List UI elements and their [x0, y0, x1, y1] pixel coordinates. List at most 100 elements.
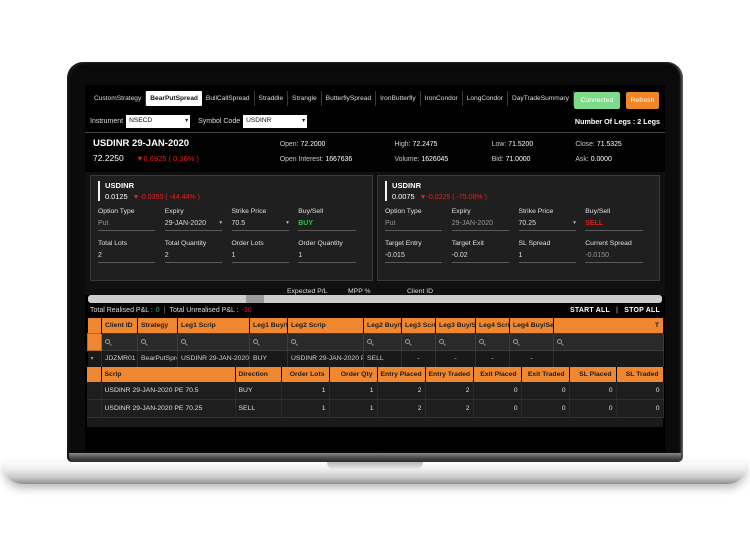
grid-header-leg4-scrip[interactable]: Leg4 Scrip — [476, 318, 510, 334]
leg1-option-type-field[interactable]: Put — [98, 219, 155, 231]
leg1-quote-header: USDINR 0.0125 ▼-0.0350 ( -44.44% ) — [98, 181, 365, 201]
info-icon[interactable]: i — [349, 286, 350, 295]
order-row[interactable]: USDINR 29-JAN-2020 PE 70.25 SELL 1 1 2 2… — [87, 399, 663, 417]
filter-strategy[interactable] — [138, 334, 178, 351]
leg2-sl-spread-field[interactable]: 1 — [519, 251, 576, 263]
search-icon[interactable] — [367, 339, 372, 344]
search-icon[interactable] — [253, 339, 258, 344]
tab-bullcallspread[interactable]: BullCallSpread — [202, 91, 255, 106]
filter-leg1-scrip[interactable] — [178, 334, 250, 351]
grid-header-strategy[interactable]: Strategy — [138, 318, 178, 334]
tab-daytradesummary[interactable]: DayTradeSummary — [508, 91, 574, 106]
subgrid-header-order-lots[interactable]: Order Lots — [281, 367, 329, 382]
horizontal-scrollbar[interactable] — [88, 295, 662, 303]
refresh-button[interactable]: Refresh — [626, 92, 659, 109]
leg1-expiry-select[interactable]: 29-JAN-2020 — [165, 219, 222, 231]
connected-button[interactable]: Connected — [574, 92, 620, 109]
subgrid-header-order-qty[interactable]: Order Qty — [329, 367, 377, 382]
symbol-code-select[interactable]: USDINR — [243, 115, 307, 128]
grid-header-leg1-buysell[interactable]: Leg1 Buy/Sell — [250, 318, 288, 334]
grid-header-leg3-scrip[interactable]: Leg3 Scrip — [402, 318, 436, 334]
search-icon[interactable] — [181, 339, 186, 344]
filter-leg2-scrip[interactable] — [288, 334, 364, 351]
search-icon[interactable] — [513, 339, 518, 344]
tab-customstrategy[interactable]: CustomStrategy — [90, 91, 146, 106]
leg2-strike-select[interactable]: 70.25 — [519, 219, 576, 231]
ask-label: Ask: — [575, 156, 588, 163]
tab-ironcondor[interactable]: IronCondor — [421, 91, 463, 106]
subgrid-header-exit-traded[interactable]: Exit Traded — [521, 367, 569, 382]
tab-ironbutterfly[interactable]: IronButterfly — [376, 91, 421, 106]
tab-straddle[interactable]: Straddle — [255, 91, 289, 106]
filter-leg2-buysell[interactable] — [364, 334, 402, 351]
leg2-target-exit-field[interactable]: -0.02 — [452, 251, 509, 263]
number-of-legs: Number Of Legs : 2 Legs — [575, 117, 660, 126]
leg1-strike-select[interactable]: 70.5 — [232, 219, 289, 231]
low-value: 71.5200 — [508, 141, 533, 148]
leg2-buysell-field[interactable]: SELL — [585, 219, 642, 231]
stop-all-button[interactable]: STOP ALL — [624, 307, 660, 314]
leg1-buysell-field[interactable]: BUY — [298, 219, 355, 231]
leg2-target-entry-field[interactable]: -0.015 — [385, 251, 442, 263]
filter-leg4-scrip[interactable] — [476, 334, 510, 351]
subgrid-header-entry-traded[interactable]: Entry Traded — [425, 367, 473, 382]
close-label: Close: — [575, 141, 595, 148]
row-expander-cell[interactable]: ▾ — [88, 351, 102, 367]
grid-header-leg2-buysell[interactable]: Leg2 Buy/Sell — [364, 318, 402, 334]
leg1-buysell-label: Buy/Sell — [298, 208, 365, 215]
row-expander-icon[interactable]: ▾ — [91, 356, 94, 362]
grid-header-truncated[interactable]: T — [554, 318, 664, 334]
filter-truncated[interactable] — [554, 334, 664, 351]
leg2-expiry-field[interactable]: 29-JAN-2020 — [452, 219, 509, 231]
grid-header-client-id[interactable]: Client ID — [102, 318, 138, 334]
grid-header-leg1-scrip[interactable]: Leg1 Scrip — [178, 318, 250, 334]
grid-header-leg2-scrip[interactable]: Leg2 Scrip — [288, 318, 364, 334]
leg1-total-lots-field[interactable]: 2 — [98, 251, 155, 263]
subcell-exit-traded: 0 — [521, 399, 569, 417]
search-icon[interactable] — [439, 339, 444, 344]
leg1-symbol: USDINR — [105, 181, 365, 190]
app-screen: CustomStrategy BearPutSpread BullCallSpr… — [85, 85, 665, 451]
grid-header-leg4-buysell[interactable]: Leg4 Buy/Sell — [510, 318, 554, 334]
cell-strategy: BearPutSpread — [138, 351, 178, 367]
search-icon[interactable] — [405, 339, 410, 344]
subcell-entry-placed: 2 — [377, 382, 425, 400]
leg1-order-lots-field[interactable]: 1 — [232, 251, 289, 263]
filter-leg3-scrip[interactable] — [402, 334, 436, 351]
subgrid-header-scrip[interactable]: Scrip — [101, 367, 235, 382]
tab-butterflyspread[interactable]: ButterflySpread — [322, 91, 376, 106]
subgrid-header-exit-placed[interactable]: Exit Placed — [473, 367, 521, 382]
grid-header-leg3-buysell[interactable]: Leg3 Buy/Sell — [436, 318, 476, 334]
subgrid-header-entry-placed[interactable]: Entry Placed — [377, 367, 425, 382]
filter-leg3-buysell[interactable] — [436, 334, 476, 351]
subgrid-header-direction[interactable]: Direction — [235, 367, 281, 382]
client-id-label: Client ID — [407, 286, 433, 295]
start-all-button[interactable]: START ALL — [570, 307, 610, 314]
tab-longcondor[interactable]: LongCondor — [463, 91, 508, 106]
subgrid-header-sl-placed[interactable]: SL Placed — [569, 367, 616, 382]
search-icon[interactable] — [291, 339, 296, 344]
page-background: CustomStrategy BearPutSpread BullCallSpr… — [0, 0, 750, 539]
subgrid-header-sl-traded[interactable]: SL Traded — [616, 367, 663, 382]
search-icon[interactable] — [479, 339, 484, 344]
leg2-option-type-field[interactable]: Put — [385, 219, 442, 231]
search-icon[interactable] — [105, 339, 110, 344]
strategy-row[interactable]: ▾ JDZMR01 BearPutSpread USDINR 29-JAN-20… — [88, 351, 664, 367]
leg1-order-qty-field[interactable]: 1 — [298, 251, 355, 263]
leg1-total-qty-field[interactable]: 2 — [165, 251, 222, 263]
instrument-select[interactable]: NSECD — [126, 115, 190, 128]
search-icon[interactable] — [557, 339, 562, 344]
instrument-label: Instrument — [90, 118, 123, 125]
search-icon[interactable] — [141, 339, 146, 344]
filter-client-id[interactable] — [102, 334, 138, 351]
filter-leg4-buysell[interactable] — [510, 334, 554, 351]
tab-bearputspread[interactable]: BearPutSpread — [146, 91, 202, 106]
tab-strangle[interactable]: Strangle — [288, 91, 322, 106]
quote-symbol: USDINR 29-JAN-2020 — [93, 138, 280, 149]
order-row[interactable]: USDINR 29-JAN-2020 PE 70.5 BUY 1 1 2 2 0… — [87, 382, 663, 400]
leg2-symbol: USDINR — [392, 181, 652, 190]
scrollbar-thumb[interactable] — [246, 295, 264, 303]
laptop-base — [4, 462, 746, 484]
leg2-last-price: 0.0075 — [392, 192, 415, 201]
filter-leg1-buysell[interactable] — [250, 334, 288, 351]
